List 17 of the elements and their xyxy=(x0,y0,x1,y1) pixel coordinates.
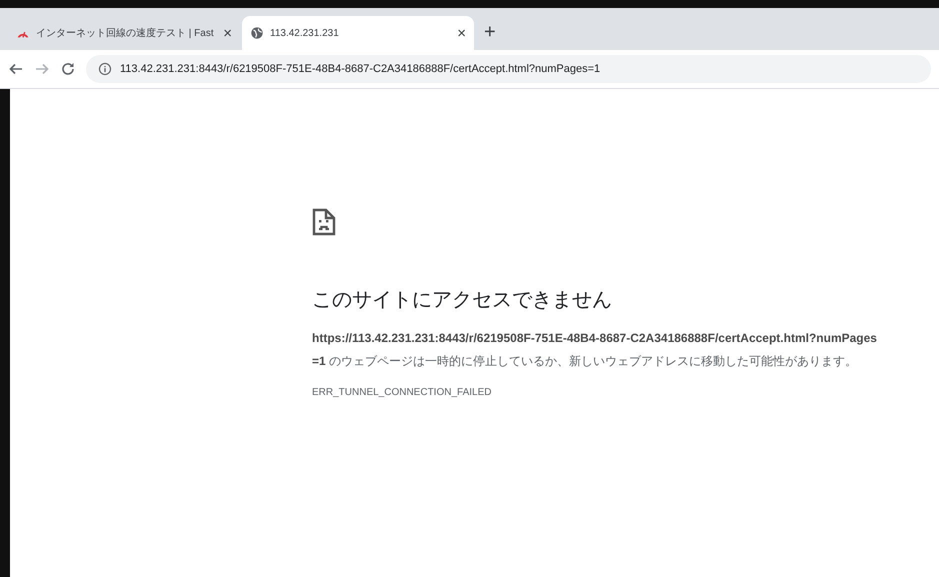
url-text: 113.42.231.231:8443/r/6219508F-751E-48B4-8687-C2A34186888F/certAccept.html?numPages=1 xyxy=(120,63,600,75)
close-icon[interactable]: × xyxy=(457,24,466,42)
back-icon[interactable] xyxy=(8,61,24,77)
new-tab-button[interactable]: + xyxy=(476,20,504,44)
tab-title: 113.42.231.231 xyxy=(270,28,340,38)
browser-tab[interactable]: インターネット回線の速度テスト | Fast × xyxy=(8,16,240,50)
error-message: https://113.42.231.231:8443/r/6219508F-751E-48B4-8687-C2A34186888F/certAccept.html?numPages=1 のウェブページは一時的に停止しているか、新しいウェブアドレスに移動した可能性があります。 xyxy=(312,330,878,370)
close-icon[interactable]: × xyxy=(223,24,232,42)
address-bar[interactable]: 113.42.231.231:8443/r/6219508F-751E-48B4-8687-C2A34186888F/certAccept.html?numPages=1 xyxy=(86,55,931,83)
sad-page-icon xyxy=(312,207,336,237)
reload-icon[interactable] xyxy=(60,61,76,77)
tab-title: インターネット回線の速度テスト | Fast xyxy=(36,26,215,40)
error-heading: このサイトにアクセスできません xyxy=(312,288,613,313)
browser-tab[interactable]: 113.42.231.231 × xyxy=(242,16,474,50)
globe-icon xyxy=(250,26,264,40)
info-icon xyxy=(98,62,112,76)
error-code: ERR_TUNNEL_CONNECTION_FAILED xyxy=(312,387,492,398)
